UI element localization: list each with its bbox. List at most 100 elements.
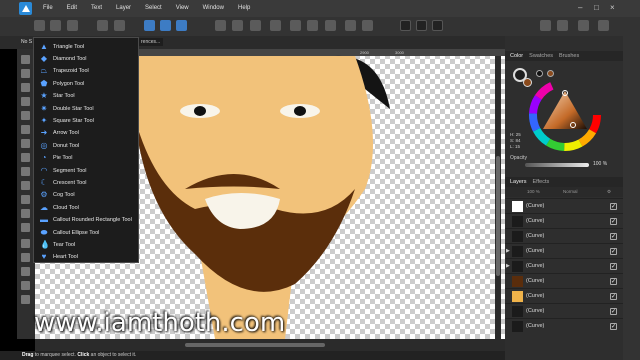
menu-edit[interactable]: Edit	[60, 4, 84, 13]
rectangle-tool-icon[interactable]	[21, 195, 30, 204]
align-icon[interactable]	[160, 20, 171, 31]
flyout-item[interactable]: ◎ Donut Tool	[40, 140, 80, 151]
layer-visibility-checkbox[interactable]: ✓	[610, 308, 617, 315]
fill-tool-icon[interactable]	[21, 139, 30, 148]
flyout-item[interactable]: ✦ Square Star Tool	[40, 115, 94, 126]
assistant-icon[interactable]	[557, 20, 568, 31]
transparency-tool-icon[interactable]	[21, 153, 30, 162]
horizontal-scroll-thumb[interactable]	[185, 343, 325, 347]
minimize-icon[interactable]: –	[578, 3, 582, 12]
snap-options-icon[interactable]	[432, 20, 443, 31]
flyout-item[interactable]: ◆ Diamond Tool	[40, 53, 87, 64]
node-tool-icon[interactable]	[21, 69, 30, 78]
horizontal-scrollbar[interactable]	[35, 339, 505, 351]
expand-arrow-icon[interactable]: ▶	[506, 248, 510, 254]
menu-layer[interactable]: Layer	[109, 4, 138, 13]
opacity-value[interactable]: 100 %	[593, 161, 607, 167]
arrange-icon[interactable]	[215, 20, 226, 31]
layer-row[interactable]: ▶ (Curve) ✓	[505, 243, 623, 258]
layer-row[interactable]: (Curve) ✓	[505, 273, 623, 288]
layer-row[interactable]: (Curve) ✓	[505, 213, 623, 228]
recent-color-swatch[interactable]	[547, 70, 554, 77]
move-tool-icon[interactable]	[21, 55, 30, 64]
layer-visibility-checkbox[interactable]: ✓	[610, 323, 617, 330]
flyout-item[interactable]: ⚙ Cog Tool	[40, 190, 74, 201]
grid-icon[interactable]	[50, 20, 61, 31]
snap-icon[interactable]	[144, 20, 155, 31]
brush-tool-icon[interactable]	[21, 125, 30, 134]
order-icon[interactable]	[232, 20, 243, 31]
flyout-item[interactable]: ⬟ Polygon Tool	[40, 78, 85, 89]
share-icon[interactable]	[67, 20, 78, 31]
magnet-icon[interactable]	[416, 20, 427, 31]
flyout-item[interactable]: ▬ Callout Rounded Rectangle Tool	[40, 215, 132, 226]
layer-visibility-checkbox[interactable]: ✓	[610, 293, 617, 300]
tab-layers[interactable]: Layers	[510, 177, 527, 187]
quick-export-icon[interactable]	[598, 20, 609, 31]
snapping-icon[interactable]	[400, 20, 411, 31]
flyout-item[interactable]: ♥ Heart Tool	[40, 252, 78, 263]
close-icon[interactable]: ×	[610, 3, 615, 12]
opacity-slider[interactable]	[525, 163, 589, 167]
document-setup-icon[interactable]	[97, 20, 108, 31]
layer-row[interactable]: (Curve) ✓	[505, 303, 623, 318]
distribute-icon[interactable]	[176, 20, 187, 31]
boolean-divide-icon[interactable]	[362, 20, 373, 31]
boolean-intersect-icon[interactable]	[325, 20, 336, 31]
layer-row[interactable]: (Curve) ✓	[505, 288, 623, 303]
menu-view[interactable]: View	[169, 4, 196, 13]
color-wheel[interactable]	[529, 79, 601, 151]
swap-colors-icon[interactable]	[536, 70, 543, 77]
persona-designer-icon[interactable]	[34, 20, 45, 31]
zoom-tool-icon[interactable]	[21, 295, 30, 304]
maximize-icon[interactable]: □	[594, 3, 599, 12]
export-icon[interactable]	[578, 20, 589, 31]
vertical-scroll-thumb[interactable]	[496, 156, 500, 276]
frame-text-tool-icon[interactable]	[21, 253, 30, 262]
tab-effects[interactable]: Effects	[533, 177, 550, 187]
crop-tool-icon[interactable]	[21, 167, 30, 176]
ellipse-tool-icon[interactable]	[21, 209, 30, 218]
flyout-item[interactable]: ◔ Pie Tool	[40, 153, 73, 164]
tab-swatches[interactable]: Swatches	[529, 51, 553, 61]
flyout-item[interactable]: ▲ Triangle Tool	[40, 41, 84, 52]
flyout-item[interactable]: ◠ Segment Tool	[40, 165, 87, 176]
layer-visibility-checkbox[interactable]: ✓	[610, 278, 617, 285]
layer-row[interactable]: (Curve) ✓	[505, 228, 623, 243]
menu-select[interactable]: Select	[138, 4, 169, 13]
color-picker-icon[interactable]	[21, 267, 30, 276]
boolean-xor-icon[interactable]	[345, 20, 356, 31]
document-tab[interactable]: rences...	[138, 38, 164, 46]
layer-visibility-checkbox[interactable]: ✓	[610, 233, 617, 240]
pencil-tool-icon[interactable]	[21, 111, 30, 120]
layer-visibility-checkbox[interactable]: ✓	[610, 203, 617, 210]
flyout-item[interactable]: ⏢ Trapezoid Tool	[40, 66, 89, 77]
hand-tool-icon[interactable]	[21, 281, 30, 290]
menu-text[interactable]: Text	[84, 4, 109, 13]
menu-file[interactable]: File	[36, 4, 60, 13]
menu-window[interactable]: Window	[196, 4, 231, 13]
tab-color[interactable]: Color	[510, 51, 523, 61]
flyout-item[interactable]: ☾ Crescent Tool	[40, 177, 86, 188]
artboard-tool-icon[interactable]	[21, 83, 30, 92]
layer-settings-icon[interactable]: ⚙	[607, 189, 611, 195]
boolean-subtract-icon[interactable]	[307, 20, 318, 31]
flyout-item[interactable]: 💧 Tear Tool	[40, 239, 75, 250]
layer-row[interactable]: ▶ (Curve) ✓	[505, 258, 623, 273]
layer-row[interactable]: (Curve) ✓	[505, 198, 623, 213]
flyout-item[interactable]: ✷ Double Star Tool	[40, 103, 94, 114]
rounded-rect-tool-icon[interactable]	[21, 223, 30, 232]
flyout-item[interactable]: ➜ Arrow Tool	[40, 128, 79, 139]
menu-help[interactable]: Help	[231, 4, 257, 13]
layer-visibility-checkbox[interactable]: ✓	[610, 248, 617, 255]
flip-icon[interactable]	[250, 20, 261, 31]
settings-icon[interactable]	[114, 20, 125, 31]
place-tool-icon[interactable]	[21, 181, 30, 190]
rotate-icon[interactable]	[270, 20, 281, 31]
layer-row[interactable]: (Curve) ✓	[505, 318, 623, 333]
layer-opacity-field[interactable]: 100 %	[527, 189, 540, 194]
artistic-text-tool-icon[interactable]	[21, 239, 30, 248]
flyout-item[interactable]: ☁ Cloud Tool	[40, 202, 79, 213]
flyout-item[interactable]: ⬬ Callout Ellipse Tool	[40, 227, 100, 238]
blend-mode-select[interactable]: Normal	[563, 189, 578, 194]
